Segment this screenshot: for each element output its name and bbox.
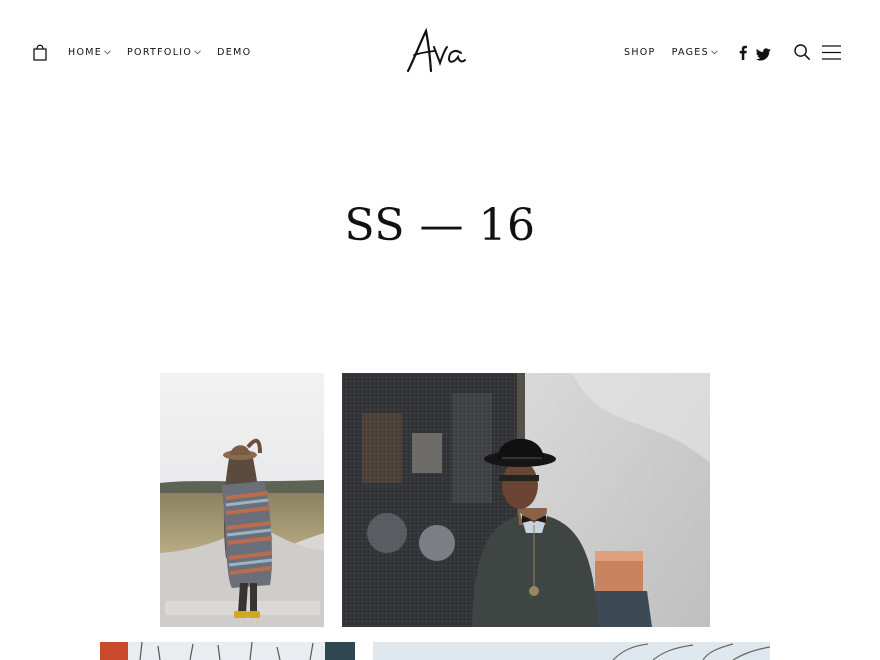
gallery-image-man-hat[interactable] [342, 373, 710, 627]
twitter-icon[interactable] [755, 46, 771, 61]
gallery-image-trees[interactable] [100, 642, 355, 660]
nav-item-shop[interactable]: SHOP [624, 47, 656, 58]
nav-item-demo[interactable]: DEMO [217, 47, 251, 58]
facebook-icon[interactable] [738, 45, 748, 60]
chevron-down-icon [104, 50, 111, 55]
page-title: SS — 16 [344, 200, 536, 251]
primary-nav-right: SHOP PAGES [624, 47, 734, 58]
nav-item-home[interactable]: HOME [68, 47, 111, 58]
nav-item-label: SHOP [624, 47, 656, 58]
search-icon[interactable] [794, 44, 810, 60]
nav-item-pages[interactable]: PAGES [672, 47, 718, 58]
nav-item-label: HOME [68, 47, 103, 58]
site-header: HOME PORTFOLIO DEMO SHOP PAGES [0, 0, 880, 106]
nav-item-label: DEMO [217, 47, 252, 58]
chevron-down-icon [711, 50, 718, 55]
shopping-bag-icon[interactable] [30, 42, 50, 62]
social-links [738, 45, 771, 61]
nav-item-label: PORTFOLIO [127, 47, 193, 58]
primary-nav-left: HOME PORTFOLIO DEMO [68, 47, 267, 58]
nav-item-label: PAGES [671, 47, 709, 58]
chevron-down-icon [194, 50, 201, 55]
hamburger-menu-icon[interactable] [822, 45, 841, 60]
gallery-image-branches[interactable] [373, 642, 770, 660]
site-logo[interactable] [404, 27, 468, 75]
nav-item-portfolio[interactable]: PORTFOLIO [127, 47, 201, 58]
gallery-image-woman-hat[interactable] [160, 373, 324, 627]
